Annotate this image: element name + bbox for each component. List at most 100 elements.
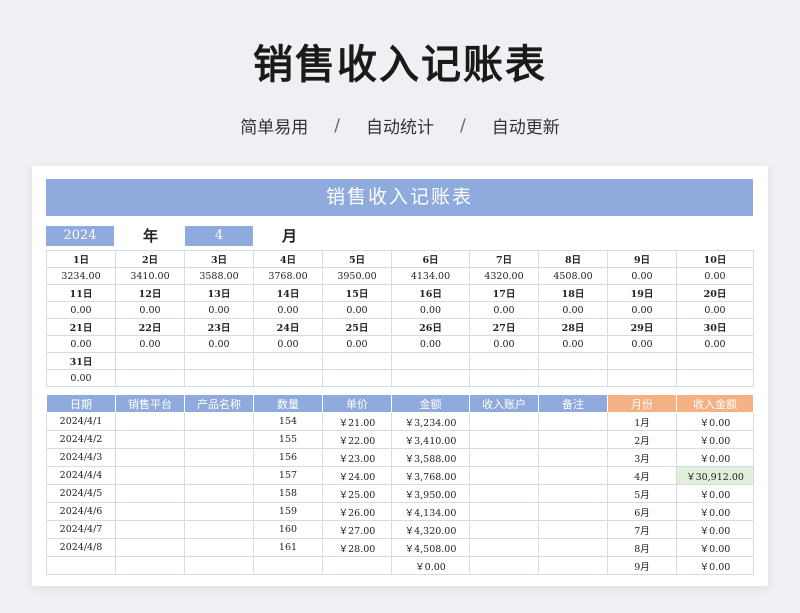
calendar-value-cell[interactable]: 0.00 — [538, 335, 608, 353]
table-cell[interactable]: 2024/4/7 — [46, 520, 116, 539]
calendar-value-cell[interactable]: 4320.00 — [469, 267, 539, 285]
column-header[interactable]: 金额 — [391, 394, 470, 413]
table-cell[interactable]: 161 — [253, 538, 323, 557]
table-cell[interactable]: ￥0.00 — [676, 538, 754, 557]
table-cell[interactable]: ￥28.00 — [322, 538, 392, 557]
table-cell[interactable]: ￥0.00 — [391, 556, 470, 575]
calendar-value-cell[interactable] — [322, 369, 392, 387]
table-cell[interactable]: ￥24.00 — [322, 466, 392, 485]
calendar-day-cell[interactable]: 28日 — [538, 318, 608, 336]
calendar-value-cell[interactable] — [391, 369, 470, 387]
table-cell[interactable]: 1月 — [607, 412, 677, 431]
calendar-value-cell[interactable] — [115, 369, 185, 387]
calendar-day-cell[interactable] — [469, 352, 539, 370]
column-header[interactable]: 产品名称 — [184, 394, 254, 413]
calendar-value-cell[interactable]: 0.00 — [469, 335, 539, 353]
table-cell[interactable] — [469, 484, 539, 503]
calendar-value-cell[interactable]: 0.00 — [46, 301, 116, 319]
year-cell[interactable]: 2024 — [46, 226, 114, 246]
column-header[interactable]: 收入账户 — [469, 394, 539, 413]
table-cell[interactable] — [469, 502, 539, 521]
table-cell[interactable] — [538, 556, 608, 575]
table-cell[interactable]: ￥22.00 — [322, 430, 392, 449]
calendar-day-cell[interactable]: 31日 — [46, 352, 116, 370]
table-cell[interactable] — [184, 538, 254, 557]
column-header[interactable]: 单价 — [322, 394, 392, 413]
table-cell[interactable] — [469, 448, 539, 467]
table-cell[interactable] — [115, 502, 185, 521]
table-cell[interactable]: ￥4,134.00 — [391, 502, 470, 521]
table-cell[interactable] — [115, 412, 185, 431]
table-cell[interactable] — [322, 556, 392, 575]
calendar-day-cell[interactable]: 29日 — [607, 318, 677, 336]
table-cell[interactable]: 6月 — [607, 502, 677, 521]
table-cell[interactable]: ￥27.00 — [322, 520, 392, 539]
table-cell[interactable]: 2月 — [607, 430, 677, 449]
calendar-value-cell[interactable]: 0.00 — [676, 301, 754, 319]
calendar-day-cell[interactable]: 16日 — [391, 284, 470, 302]
calendar-value-cell[interactable]: 0.00 — [607, 301, 677, 319]
table-cell[interactable] — [253, 556, 323, 575]
calendar-day-cell[interactable]: 18日 — [538, 284, 608, 302]
table-cell[interactable] — [538, 448, 608, 467]
calendar-day-cell[interactable] — [538, 352, 608, 370]
table-cell[interactable] — [115, 538, 185, 557]
table-cell[interactable]: 8月 — [607, 538, 677, 557]
calendar-value-cell[interactable]: 0.00 — [322, 301, 392, 319]
calendar-value-cell[interactable] — [607, 369, 677, 387]
table-cell[interactable]: 2024/4/8 — [46, 538, 116, 557]
table-cell[interactable]: ￥25.00 — [322, 484, 392, 503]
calendar-value-cell[interactable]: 0.00 — [46, 335, 116, 353]
calendar-value-cell[interactable]: 0.00 — [46, 369, 116, 387]
table-cell[interactable]: ￥3,768.00 — [391, 466, 470, 485]
calendar-value-cell[interactable]: 3234.00 — [46, 267, 116, 285]
table-cell[interactable] — [184, 466, 254, 485]
calendar-value-cell[interactable]: 0.00 — [184, 301, 254, 319]
table-cell[interactable]: 5月 — [607, 484, 677, 503]
table-cell[interactable]: 2024/4/5 — [46, 484, 116, 503]
column-header[interactable]: 月份 — [607, 394, 677, 413]
calendar-day-cell[interactable]: 24日 — [253, 318, 323, 336]
calendar-value-cell[interactable] — [538, 369, 608, 387]
table-cell[interactable]: 7月 — [607, 520, 677, 539]
column-header[interactable]: 备注 — [538, 394, 608, 413]
calendar-day-cell[interactable]: 1日 — [46, 250, 116, 268]
calendar-value-cell[interactable] — [676, 369, 754, 387]
calendar-value-cell[interactable]: 0.00 — [322, 335, 392, 353]
calendar-value-cell[interactable]: 0.00 — [607, 267, 677, 285]
table-cell[interactable]: ￥3,234.00 — [391, 412, 470, 431]
table-cell[interactable]: 2024/4/1 — [46, 412, 116, 431]
calendar-day-cell[interactable]: 19日 — [607, 284, 677, 302]
table-cell[interactable]: ￥0.00 — [676, 412, 754, 431]
table-cell[interactable] — [538, 466, 608, 485]
table-cell[interactable] — [115, 466, 185, 485]
table-cell[interactable] — [184, 484, 254, 503]
calendar-value-cell[interactable] — [469, 369, 539, 387]
table-cell[interactable]: 3月 — [607, 448, 677, 467]
calendar-day-cell[interactable]: 23日 — [184, 318, 254, 336]
calendar-value-cell[interactable]: 0.00 — [253, 335, 323, 353]
calendar-day-cell[interactable] — [607, 352, 677, 370]
calendar-day-cell[interactable]: 30日 — [676, 318, 754, 336]
calendar-value-cell[interactable]: 0.00 — [391, 335, 470, 353]
table-cell[interactable]: 157 — [253, 466, 323, 485]
table-cell[interactable]: ￥3,950.00 — [391, 484, 470, 503]
table-cell[interactable] — [469, 430, 539, 449]
table-cell[interactable] — [538, 502, 608, 521]
calendar-day-cell[interactable]: 7日 — [469, 250, 539, 268]
calendar-day-cell[interactable]: 3日 — [184, 250, 254, 268]
table-cell[interactable] — [538, 412, 608, 431]
table-cell[interactable]: 159 — [253, 502, 323, 521]
table-cell[interactable] — [469, 556, 539, 575]
table-cell[interactable] — [538, 430, 608, 449]
calendar-value-cell[interactable]: 0.00 — [115, 335, 185, 353]
table-cell[interactable]: ￥0.00 — [676, 448, 754, 467]
table-cell[interactable] — [469, 538, 539, 557]
calendar-day-cell[interactable]: 26日 — [391, 318, 470, 336]
calendar-day-cell[interactable] — [184, 352, 254, 370]
calendar-day-cell[interactable]: 13日 — [184, 284, 254, 302]
calendar-value-cell[interactable]: 0.00 — [607, 335, 677, 353]
calendar-day-cell[interactable]: 5日 — [322, 250, 392, 268]
table-cell[interactable] — [115, 556, 185, 575]
calendar-day-cell[interactable]: 12日 — [115, 284, 185, 302]
